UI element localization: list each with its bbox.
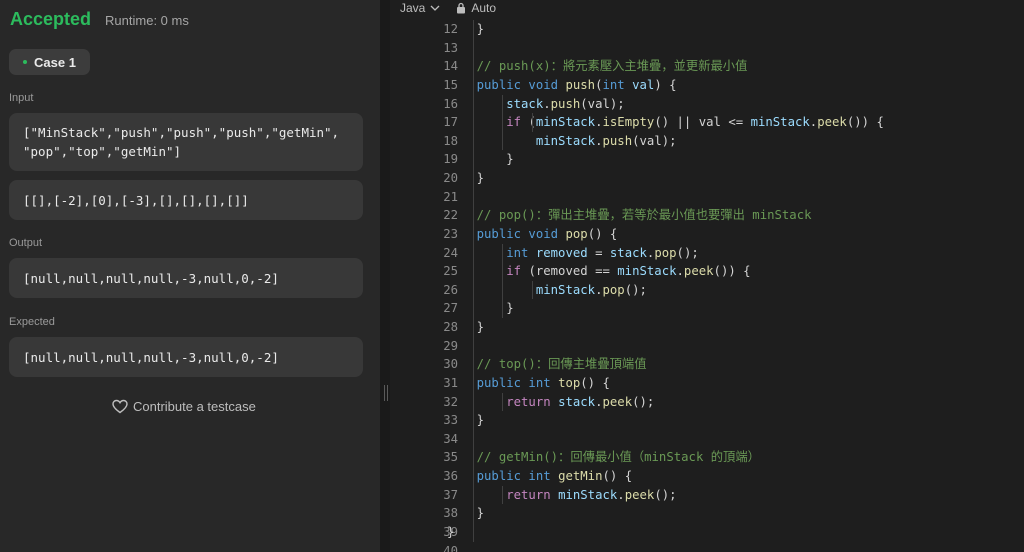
code-line[interactable]: 14 // push(x)：將元素壓入主堆疊，並更新最小值 xyxy=(390,57,1024,76)
code-line[interactable]: 37 return minStack.peek(); xyxy=(390,486,1024,505)
code-text: if (minStack.isEmpty() || val <= minStac… xyxy=(447,115,884,130)
code-text: // pop()：彈出主堆疊，若等於最小值也要彈出 minStack xyxy=(447,208,812,223)
code-line[interactable]: 18 minStack.push(val); xyxy=(390,132,1024,151)
code-line[interactable]: 17 if (minStack.isEmpty() || val <= minS… xyxy=(390,113,1024,132)
code-line[interactable]: 19 } xyxy=(390,150,1024,169)
runtime-label: Runtime: 0 ms xyxy=(105,13,189,28)
code-line[interactable]: 31 public int top() { xyxy=(390,374,1024,393)
code-line[interactable]: 21 xyxy=(390,188,1024,207)
heart-icon xyxy=(112,399,128,414)
line-number: 29 xyxy=(443,338,458,353)
code-text: // top()：回傳主堆疊頂端值 xyxy=(447,357,647,372)
editor-toolbar: Java Auto xyxy=(390,0,1024,16)
input-ops-box: ["MinStack","push","push","push","getMin… xyxy=(9,113,363,171)
input-ops-line: "pop","top","getMin"] xyxy=(23,144,182,159)
auto-format-toggle[interactable]: Auto xyxy=(456,1,496,15)
expected-value: [null,null,null,null,-3,null,0,-2] xyxy=(23,349,279,365)
code-line[interactable]: 29 xyxy=(390,337,1024,356)
code-text: return stack.peek(); xyxy=(506,394,655,409)
passed-dot-icon xyxy=(23,60,27,64)
code-line[interactable]: 22 // pop()：彈出主堆疊，若等於最小值也要彈出 minStack xyxy=(390,206,1024,225)
language-select[interactable]: Java xyxy=(400,1,440,15)
code-line[interactable]: 32 return stack.peek(); xyxy=(390,393,1024,412)
line-number: 34 xyxy=(443,431,458,446)
code-text: } xyxy=(447,524,455,539)
indent-guide xyxy=(532,113,534,132)
code-text: public void push(int val) { xyxy=(447,77,677,92)
code-line[interactable]: 26 minStack.pop(); xyxy=(390,281,1024,300)
code-line[interactable]: 36 public int getMin() { xyxy=(390,467,1024,486)
output-box: [null,null,null,null,-3,null,0,-2] xyxy=(9,258,363,298)
code-line[interactable]: 39} xyxy=(390,523,1024,542)
code-line[interactable]: 23 public void pop() { xyxy=(390,225,1024,244)
code-line[interactable]: 28 } xyxy=(390,318,1024,337)
line-number: 40 xyxy=(443,543,458,552)
indent-guide xyxy=(502,485,504,505)
code-text: } xyxy=(447,171,485,185)
code-text: public int getMin() { xyxy=(447,469,633,483)
result-status: Accepted xyxy=(10,9,92,29)
chevron-down-icon xyxy=(430,5,440,11)
code-line[interactable]: 33 } xyxy=(390,411,1024,430)
code-line[interactable]: 40 xyxy=(390,542,1024,552)
code-line[interactable]: 15 public void push(int val) { xyxy=(390,76,1024,95)
code-line[interactable]: 25 if (removed == minStack.peek()) { xyxy=(390,262,1024,281)
output-label: Output xyxy=(9,237,43,249)
line-number: 21 xyxy=(443,189,458,204)
indent-guide xyxy=(502,94,504,151)
input-ops-line: ["MinStack","push","push","push","getMin… xyxy=(23,125,340,140)
code-text: } xyxy=(447,506,485,521)
code-text: public int top() { xyxy=(447,375,610,390)
code-line[interactable]: 30 // top()：回傳主堆疊頂端值 xyxy=(390,355,1024,374)
code-text: } xyxy=(447,320,485,334)
indent-guide xyxy=(502,392,504,412)
code-text: return minStack.peek(); xyxy=(506,487,677,502)
indent-guide xyxy=(472,20,474,542)
code-line[interactable]: 35 // getMin()：回傳最小值（minStack 的頂端） xyxy=(390,448,1024,467)
format-mode-label: Auto xyxy=(471,1,497,15)
lock-icon xyxy=(457,2,466,14)
code-text: // push(x)：將元素壓入主堆疊，並更新最小值 xyxy=(447,59,748,74)
code-text: if (removed == minStack.peek()) { xyxy=(447,264,751,279)
input-args-value: [[],[-2],[0],[-3],[],[],[],[]] xyxy=(23,192,249,208)
testcase-result-panel: Accepted Runtime: 0 ms Case 1 Input ["Mi… xyxy=(0,0,380,552)
code-line[interactable]: 13 xyxy=(390,39,1024,58)
indent-guide xyxy=(532,280,534,300)
output-value: [null,null,null,null,-3,null,0,-2] xyxy=(23,270,279,286)
code-line[interactable]: 34 xyxy=(390,430,1024,449)
code-text: int removed = stack.pop(); xyxy=(447,245,699,260)
language-label: Java xyxy=(400,1,426,15)
case-tab-label: Case 1 xyxy=(34,54,76,70)
code-line[interactable]: 27 } xyxy=(390,299,1024,318)
contribute-testcase-button[interactable]: Contribute a testcase xyxy=(112,399,256,414)
code-text: } xyxy=(447,413,485,428)
code-text: } xyxy=(447,152,514,167)
code-line[interactable]: 24 int removed = stack.pop(); xyxy=(390,244,1024,263)
panel-resize-handle[interactable] xyxy=(380,0,390,552)
indent-guide xyxy=(502,243,504,319)
result-header: Accepted Runtime: 0 ms xyxy=(10,9,189,30)
input-label: Input xyxy=(9,92,34,104)
drag-grip-icon[interactable] xyxy=(384,385,388,401)
contribute-testcase-label: Contribute a testcase xyxy=(133,399,256,414)
code-text: } xyxy=(447,22,485,36)
code-text: // getMin()：回傳最小值（minStack 的頂端） xyxy=(447,450,760,465)
code-area[interactable]: 12 } 13 14 // push(x)：將元素壓入主堆疊，並更新最小值 15 pu… xyxy=(390,20,1024,552)
code-editor[interactable]: Java Auto 12 } 13 14 // push(x)：將元素壓入主堆疊，並… xyxy=(390,0,1024,552)
input-args-box: [[],[-2],[0],[-3],[],[],[],[]] xyxy=(9,180,363,220)
expected-box: [null,null,null,null,-3,null,0,-2] xyxy=(9,337,363,377)
code-text: minStack.push(val); xyxy=(447,133,677,148)
line-number: 13 xyxy=(443,40,458,55)
tab-case-1[interactable]: Case 1 xyxy=(9,49,90,75)
code-text: } xyxy=(447,301,514,316)
expected-label: Expected xyxy=(9,316,55,328)
code-line[interactable]: 20 } xyxy=(390,169,1024,188)
code-line[interactable]: 38 } xyxy=(390,504,1024,523)
code-line[interactable]: 16 stack.push(val); xyxy=(390,95,1024,114)
code-text: minStack.pop(); xyxy=(447,282,647,297)
code-line[interactable]: 12 } xyxy=(390,20,1024,39)
